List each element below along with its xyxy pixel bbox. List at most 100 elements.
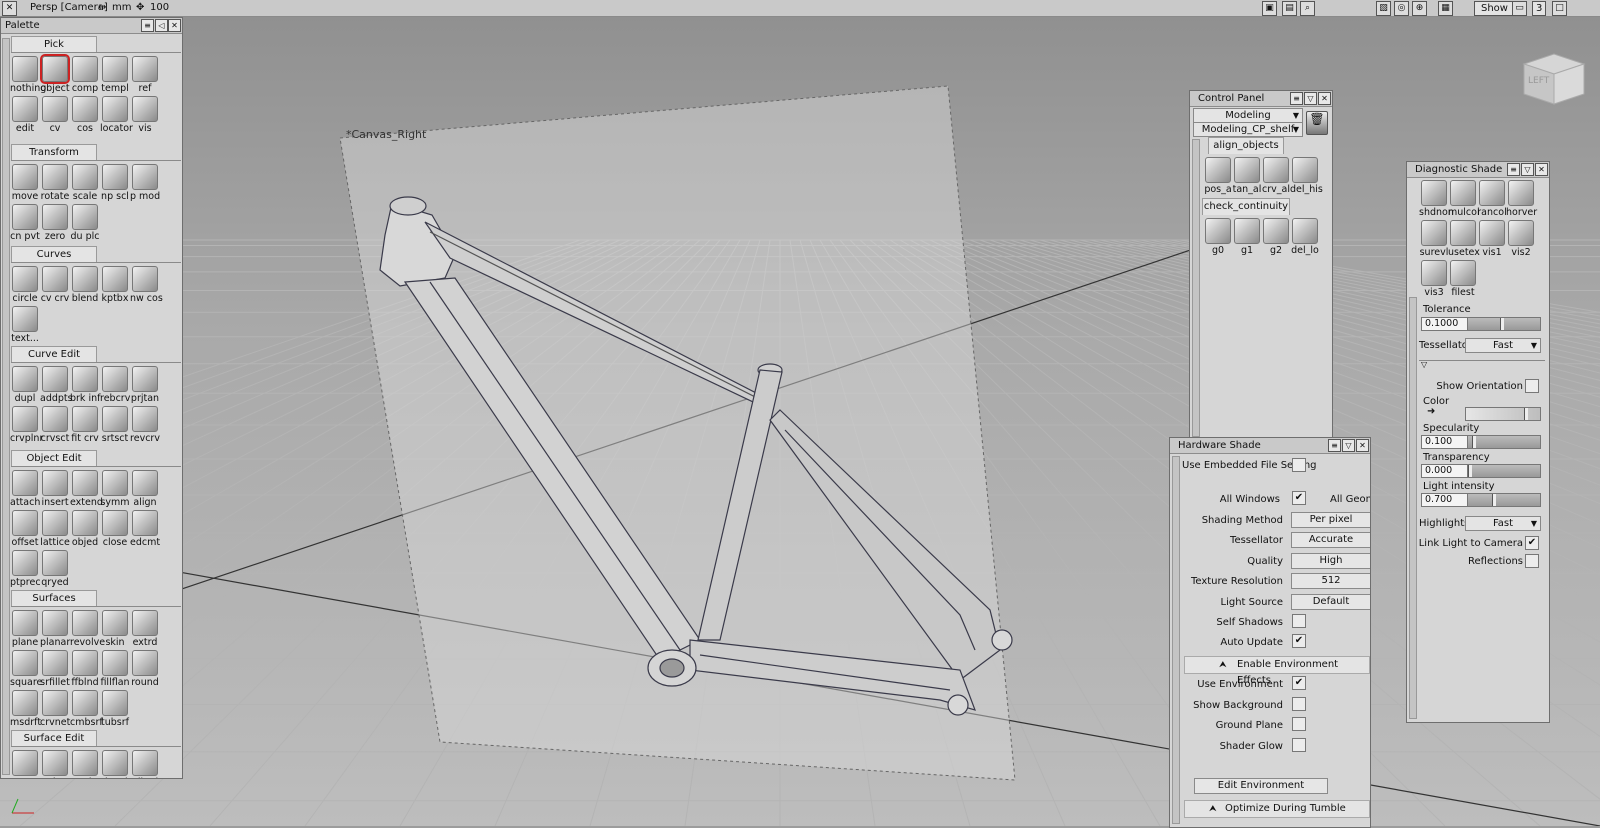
tool-mulcol[interactable]: mulcol: [1448, 180, 1480, 218]
palette-section-surface-edit[interactable]: Surface Edit: [11, 730, 97, 747]
tool-close[interactable]: close: [100, 510, 130, 548]
tool-g1[interactable]: g1: [1232, 218, 1262, 256]
palette-scrollbar[interactable]: [2, 38, 10, 775]
tool-cos[interactable]: cos: [70, 96, 100, 134]
tool-crvnet[interactable]: crvnet: [40, 690, 70, 728]
light-intensity-field[interactable]: 0.700: [1421, 493, 1468, 507]
tool-attach[interactable]: attach: [10, 470, 40, 508]
tool-shdnon[interactable]: shdnon: [1419, 180, 1454, 218]
expand-arrow-icon[interactable]: ▽: [1421, 360, 1427, 369]
show-button[interactable]: Show: [1474, 1, 1515, 16]
tool-brk-inf[interactable]: brk inf: [70, 366, 100, 404]
tool-g2[interactable]: g2: [1261, 218, 1291, 256]
tolerance-field[interactable]: 0.1000: [1421, 317, 1468, 331]
maximize-icon[interactable]: □: [1552, 1, 1567, 16]
hardware-scrollbar[interactable]: [1172, 456, 1180, 824]
tool-symm[interactable]: symm: [100, 470, 130, 508]
close-window-icon[interactable]: ✕: [2, 1, 17, 16]
tool-srtsct[interactable]: srtsct: [100, 406, 130, 444]
tool-plane[interactable]: plane: [10, 610, 40, 648]
light-source-button[interactable]: Default: [1291, 594, 1370, 610]
tool-crvplnr[interactable]: crvplnr: [10, 406, 43, 444]
tool-pos-a[interactable]: pos_a: [1203, 157, 1233, 195]
edit-environment-button[interactable]: Edit Environment: [1194, 778, 1328, 794]
tool-round[interactable]: round: [130, 650, 160, 688]
ground-plane-checkbox[interactable]: [1292, 717, 1306, 731]
diagnostic-scrollbar[interactable]: [1409, 297, 1417, 719]
film-icon[interactable]: ▤: [1282, 1, 1297, 16]
tool-blend[interactable]: blend: [70, 266, 100, 304]
frame-icon[interactable]: ▧: [1376, 1, 1391, 16]
view-cube[interactable]: LEFT: [1514, 46, 1586, 106]
control-scrollbar[interactable]: [1192, 139, 1200, 437]
tool-revolve[interactable]: revolve: [70, 610, 105, 648]
tool-crvsct[interactable]: crvsct: [40, 406, 70, 444]
close-icon[interactable]: ✕: [1535, 163, 1548, 176]
show-orientation-checkbox[interactable]: [1525, 379, 1539, 393]
show-background-checkbox[interactable]: [1292, 697, 1306, 711]
self-shadows-checkbox[interactable]: [1292, 614, 1306, 628]
menu-icon[interactable]: ≡: [1507, 163, 1520, 176]
tool-filest[interactable]: filest: [1448, 260, 1478, 298]
tab-align-objects[interactable]: align_objects: [1208, 137, 1284, 154]
diagnostic-titlebar[interactable]: Diagnostic Shade ≡ ▽ ✕: [1407, 162, 1549, 178]
tool-cmbsrf[interactable]: cmbsrf: [70, 690, 103, 728]
tool-locator[interactable]: locator: [100, 96, 133, 134]
tool-plhyd[interactable]: plhyd: [130, 750, 160, 778]
tool-lattice[interactable]: lattice: [40, 510, 70, 548]
tool-crv-al[interactable]: crv_al: [1261, 157, 1291, 195]
reflections-checkbox[interactable]: [1525, 554, 1539, 568]
tool-square[interactable]: square: [10, 650, 42, 688]
close-icon[interactable]: ✕: [1356, 439, 1369, 452]
tool-horver[interactable]: horver: [1506, 180, 1537, 218]
menu-icon[interactable]: ≡: [1328, 439, 1341, 452]
tool-tubsrf[interactable]: tubsrf: [100, 690, 130, 728]
tool-planar[interactable]: planar: [40, 610, 70, 648]
tool-rancol[interactable]: rancol: [1477, 180, 1507, 218]
tool-prjtan[interactable]: prjtan: [130, 366, 160, 404]
palette-titlebar[interactable]: Palette ≡ ◁ ✕: [1, 18, 182, 34]
tool-trim[interactable]: trim: [40, 750, 70, 778]
auto-update-checkbox[interactable]: ✔: [1292, 634, 1306, 648]
use-embedded-checkbox[interactable]: [1292, 458, 1306, 472]
tool-align[interactable]: align: [130, 470, 160, 508]
tool-addpts[interactable]: addpts: [40, 366, 73, 404]
tool-du-plc[interactable]: du plc: [70, 204, 100, 242]
tool-cn-pvt[interactable]: cn pvt: [10, 204, 40, 242]
tool-del-his[interactable]: del_his: [1290, 157, 1323, 195]
tool-nothing[interactable]: nothing: [10, 56, 46, 94]
palette-section-surfaces[interactable]: Surfaces: [11, 590, 97, 607]
tool-extend[interactable]: extend: [70, 470, 103, 508]
tool-insert[interactable]: insert: [40, 470, 70, 508]
close-icon[interactable]: ✕: [168, 19, 181, 32]
control-panel-titlebar[interactable]: Control Panel ≡ ▽ ✕: [1190, 91, 1332, 107]
tool-vis1[interactable]: vis1: [1477, 220, 1507, 258]
tool-cv[interactable]: cv: [40, 96, 70, 134]
tool-zero[interactable]: zero: [40, 204, 70, 242]
layout-icon[interactable]: ▭: [1512, 1, 1527, 16]
tessellator-dropdown[interactable]: Fast ▼: [1465, 338, 1541, 353]
zoom-icon[interactable]: ⌕: [1300, 1, 1315, 16]
tool-srect[interactable]: srect: [10, 750, 40, 778]
tool-g0[interactable]: g0: [1203, 218, 1233, 256]
specularity-slider[interactable]: [1467, 435, 1541, 449]
tool-rotate[interactable]: rotate: [40, 164, 70, 202]
grid-icon[interactable]: ▦: [1438, 1, 1453, 16]
view-count[interactable]: 3: [1532, 1, 1547, 16]
palette-section-object-edit[interactable]: Object Edit: [11, 450, 97, 467]
tool-ptprec[interactable]: ptprec: [10, 550, 41, 588]
tool-templ[interactable]: templ: [100, 56, 130, 94]
tool-sh-sub[interactable]: sh sub: [100, 750, 131, 778]
transparency-slider[interactable]: [1467, 464, 1541, 478]
tool-rebcrv[interactable]: rebcrv: [100, 366, 130, 404]
tool-vis[interactable]: vis: [130, 96, 160, 134]
tool-ffblnd[interactable]: ffblnd: [70, 650, 100, 688]
texture-resolution-button[interactable]: 512: [1291, 573, 1370, 589]
tool-p-mod[interactable]: p mod: [130, 164, 160, 202]
use-environment-checkbox[interactable]: ✔: [1292, 676, 1306, 690]
chevron-down-icon[interactable]: ▽: [1342, 439, 1355, 452]
tool-objed[interactable]: objed: [70, 510, 100, 548]
tool-revcrv[interactable]: revcrv: [130, 406, 160, 444]
tool-del-lo[interactable]: del_lo: [1290, 218, 1320, 256]
tool-stch[interactable]: stch: [70, 750, 100, 778]
